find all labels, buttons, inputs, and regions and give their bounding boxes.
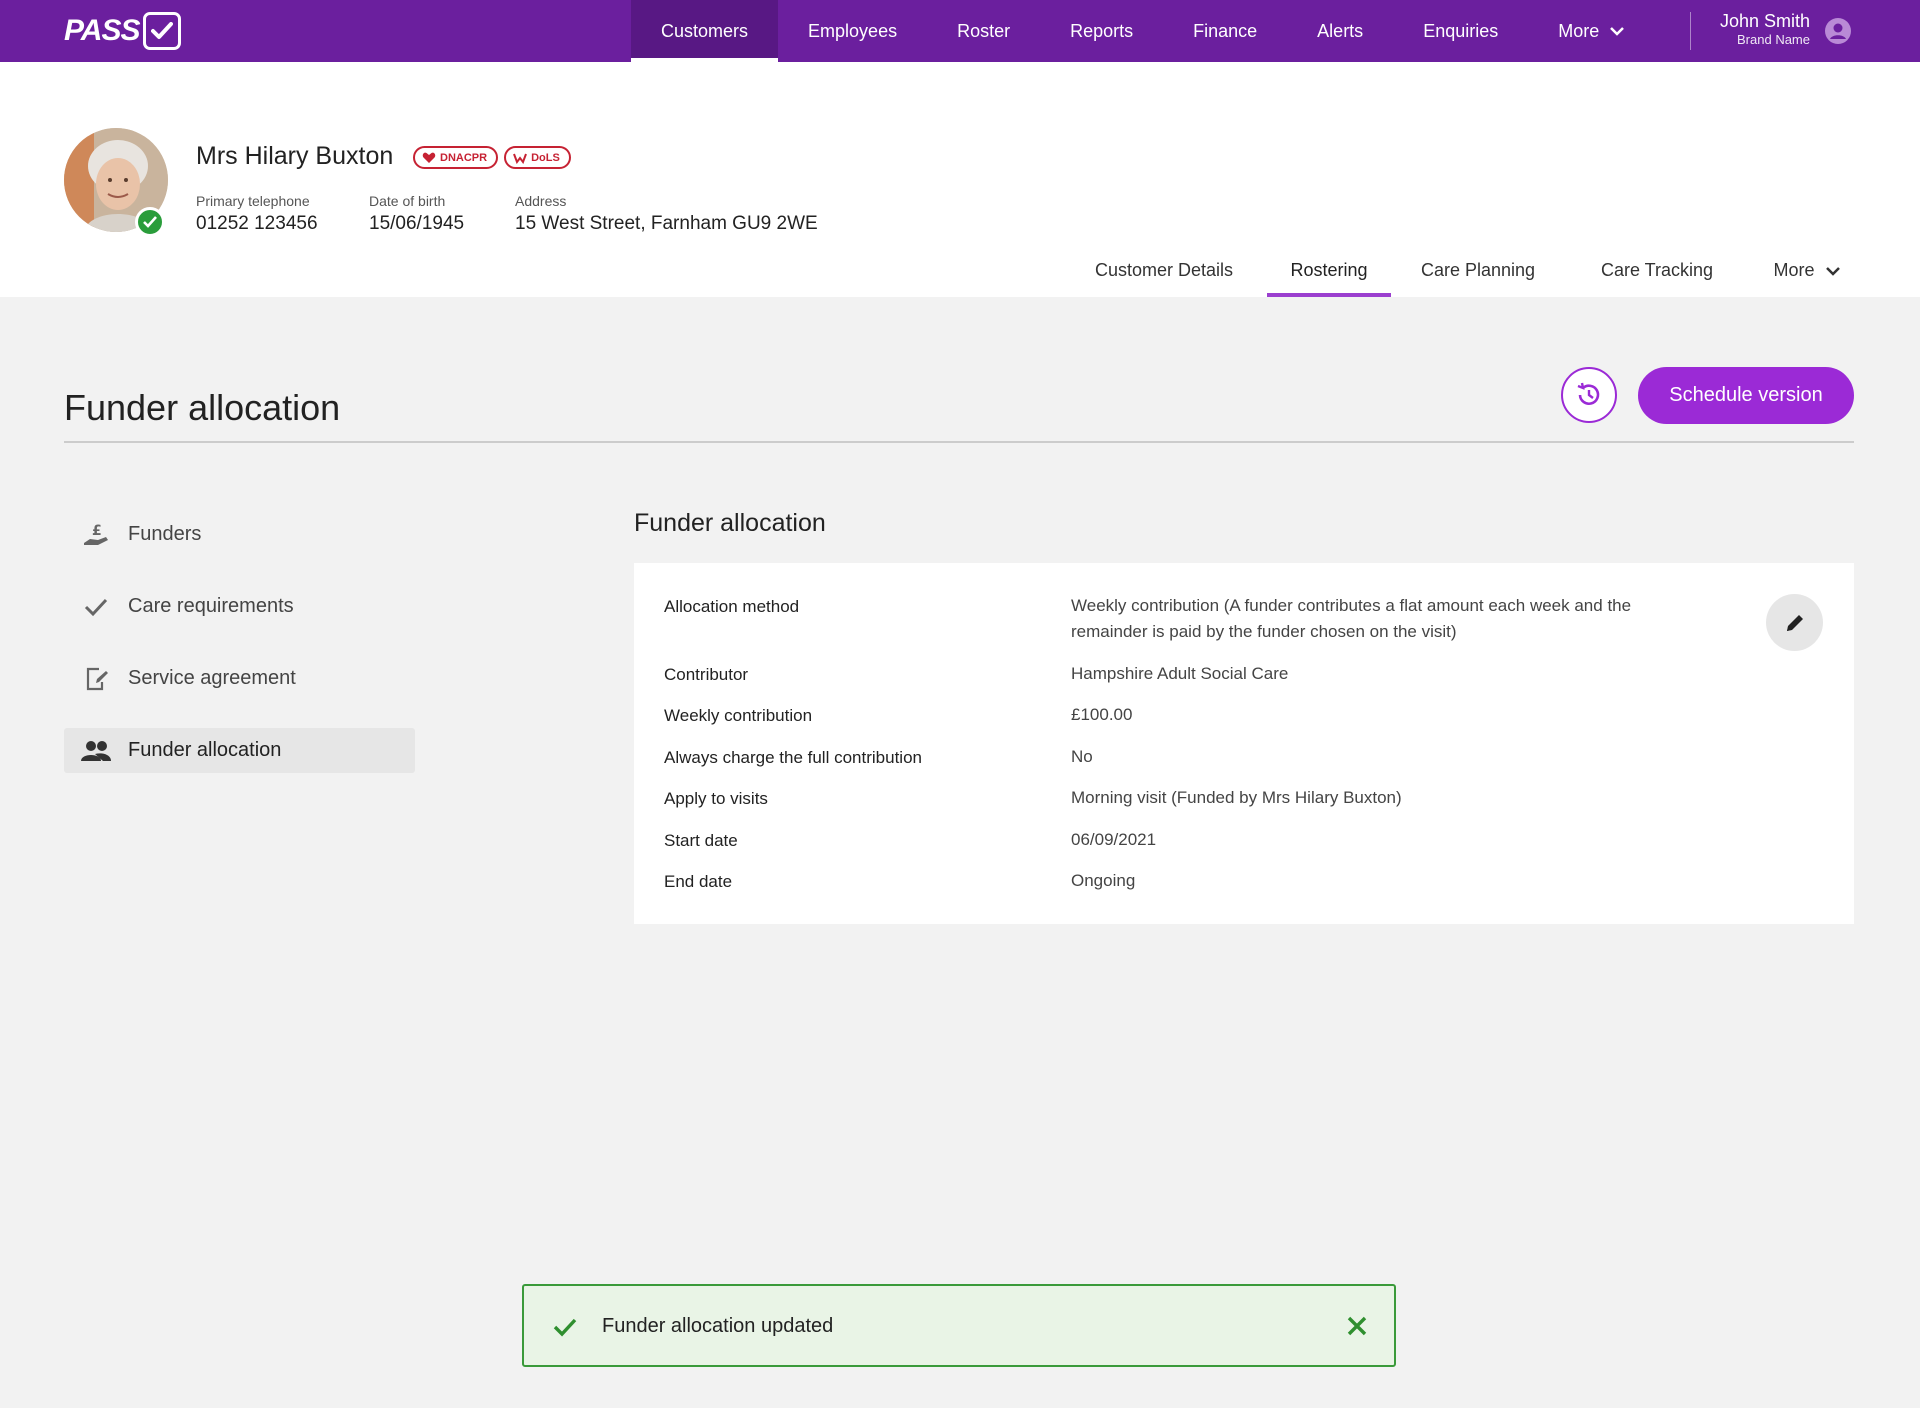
tab-more[interactable]: More <box>1752 244 1862 297</box>
sidebar-item-service-agreement[interactable]: Service agreement <box>64 656 415 701</box>
main-nav: Customers Employees Roster Reports Finan… <box>631 0 1655 62</box>
dob-label: Date of birth <box>369 193 446 209</box>
account-circle-icon[interactable] <box>1824 17 1852 45</box>
hands-icon <box>513 153 527 164</box>
dnacpr-badge[interactable]: DNACPR <box>413 146 499 169</box>
nav-item-employees[interactable]: Employees <box>778 0 927 62</box>
pass-logo[interactable]: PASS <box>64 12 182 50</box>
sidebar-item-funder-allocation[interactable]: Funder allocation <box>64 728 415 773</box>
nav-divider <box>1690 12 1691 50</box>
user-brand: Brand Name <box>1737 32 1810 47</box>
tab-care-tracking[interactable]: Care Tracking <box>1586 244 1728 297</box>
detail-label: Start date <box>664 831 738 850</box>
detail-label: Weekly contribution <box>664 706 813 725</box>
top-navigation-bar: PASS Customers Employees Roster Reports … <box>0 0 1920 62</box>
detail-value: Hampshire Adult Social Care <box>1071 664 1289 683</box>
title-divider <box>64 441 1854 443</box>
svg-text:£: £ <box>92 523 102 539</box>
check-icon <box>80 591 112 623</box>
detail-label: Contributor <box>664 665 749 684</box>
toast-message: Funder allocation updated <box>602 1315 834 1337</box>
sidebar-item-label: Service agreement <box>128 667 296 689</box>
success-toast: Funder allocation updated <box>522 1284 1396 1367</box>
sidebar-item-care-requirements[interactable]: Care requirements <box>64 584 415 629</box>
detail-label: Apply to visits <box>664 789 768 808</box>
dob-value: 15/06/1945 <box>369 213 465 234</box>
nav-item-enquiries[interactable]: Enquiries <box>1393 0 1528 62</box>
logo-text: PASS <box>64 14 140 47</box>
detail-label: Always charge the full contribution <box>664 748 922 767</box>
dnacpr-label: DNACPR <box>440 151 488 164</box>
chevron-down-icon <box>1610 27 1625 36</box>
address-label: Address <box>515 193 567 209</box>
version-history-button[interactable] <box>1561 367 1617 423</box>
customer-subtabs: Customer Details Rostering Care Planning… <box>0 244 1920 297</box>
tab-rostering[interactable]: Rostering <box>1267 244 1391 297</box>
detail-label: Allocation method <box>664 597 800 616</box>
pencil-icon <box>1786 614 1803 631</box>
address-value: 15 West Street, Farnham GU9 2WE <box>515 213 818 234</box>
nav-item-roster[interactable]: Roster <box>927 0 1040 62</box>
funder-allocation-card: Allocation method Weekly contribution (A… <box>634 563 1854 924</box>
nav-item-alerts[interactable]: Alerts <box>1287 0 1393 62</box>
phone-label: Primary telephone <box>196 193 310 209</box>
customer-name: Mrs Hilary Buxton <box>196 142 394 170</box>
detail-value: No <box>1071 747 1093 766</box>
tab-more-label: More <box>1773 260 1815 280</box>
page-title: Funder allocation <box>64 387 341 428</box>
detail-value: Ongoing <box>1071 871 1136 890</box>
verified-check-icon <box>135 207 165 237</box>
phone-value: 01252 123456 <box>196 213 318 234</box>
user-menu[interactable]: John Smith Brand Name <box>1700 10 1810 48</box>
section-title: Funder allocation <box>634 509 826 537</box>
customer-header: Mrs Hilary Buxton DNACPR DoLS Primary te… <box>0 62 1920 297</box>
nav-more-label: More <box>1558 20 1600 41</box>
nav-item-customers[interactable]: Customers <box>631 0 779 62</box>
sidebar-item-label: Care requirements <box>128 595 294 617</box>
people-icon <box>80 735 112 767</box>
dols-badge[interactable]: DoLS <box>504 146 571 169</box>
nav-item-reports[interactable]: Reports <box>1040 0 1163 62</box>
pound-hand-icon: £ <box>80 519 112 551</box>
heart-icon <box>422 152 436 163</box>
sidebar-item-funders[interactable]: £ Funders <box>64 512 415 557</box>
nav-item-more[interactable]: More <box>1528 0 1655 62</box>
dols-label: DoLS <box>531 151 560 164</box>
nav-item-finance[interactable]: Finance <box>1163 0 1287 62</box>
tab-care-planning[interactable]: Care Planning <box>1408 244 1548 297</box>
user-name: John Smith <box>1719 11 1810 31</box>
logo-check-icon <box>143 12 182 50</box>
document-edit-icon <box>80 663 112 695</box>
customer-badges: DNACPR DoLS <box>413 146 571 169</box>
detail-label: End date <box>664 872 733 891</box>
sidebar-item-label: Funders <box>128 523 202 545</box>
close-icon[interactable] <box>1344 1313 1370 1339</box>
history-icon <box>1577 382 1600 405</box>
schedule-version-button[interactable]: Schedule version <box>1638 367 1854 424</box>
detail-value: £100.00 <box>1071 705 1133 724</box>
detail-value: 06/09/2021 <box>1071 830 1157 849</box>
check-icon <box>553 1318 577 1337</box>
detail-value: Weekly contribution (A funder contribute… <box>1071 596 1632 641</box>
edit-button[interactable] <box>1766 594 1823 651</box>
sidebar-item-label: Funder allocation <box>128 739 282 761</box>
detail-value: Morning visit (Funded by Mrs Hilary Buxt… <box>1071 788 1402 807</box>
tab-customer-details[interactable]: Customer Details <box>1078 244 1250 297</box>
chevron-down-icon <box>1825 266 1840 276</box>
